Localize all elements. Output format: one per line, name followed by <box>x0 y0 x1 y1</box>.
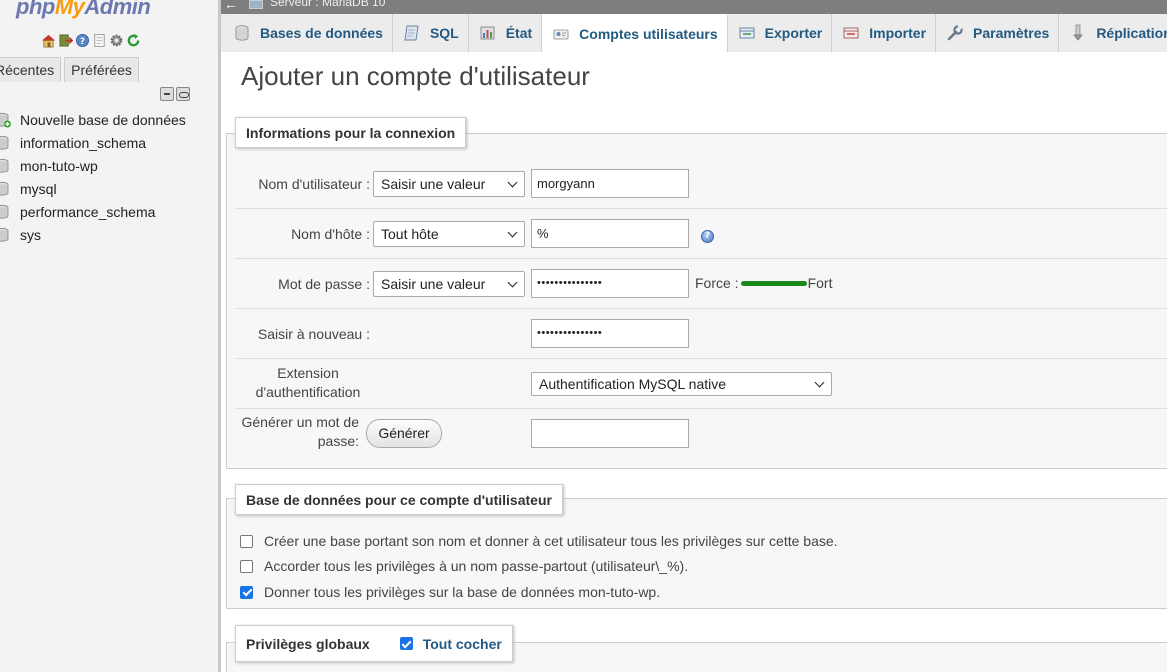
database-icon <box>0 135 12 151</box>
main-tabs: Bases de données SQL État Comptes utilis… <box>221 14 1167 52</box>
login-information-section: Informations pour la connexion Nom d'uti… <box>226 117 1167 469</box>
global-privileges-section: Privilèges globaux Tout cocher <box>226 625 1167 672</box>
database-tree: Nouvelle base de données information_sch… <box>0 108 186 246</box>
password-strength-label: Force : <box>695 275 739 291</box>
tree-item-database[interactable]: mon-tuto-wp <box>0 154 186 177</box>
user-database-section: Base de données pour ce compte d'utilisa… <box>226 484 1167 609</box>
phpmyadmin-logo[interactable]: phpMyAdmin <box>16 0 151 20</box>
users-icon <box>552 25 570 43</box>
create-database-checkbox[interactable] <box>240 534 253 548</box>
exit-icon[interactable] <box>58 33 73 48</box>
replication-icon <box>1069 24 1087 42</box>
import-icon <box>842 24 860 42</box>
help-icon[interactable]: ? <box>75 33 90 48</box>
link-icon[interactable] <box>176 87 190 101</box>
password-input[interactable]: ••••••••••••••• <box>531 269 689 298</box>
main-content: Ajouter un compte d'utilisateur Informat… <box>224 53 1167 672</box>
create-database-option[interactable]: Créer une base portant son nom et donner… <box>240 533 838 549</box>
hostname-row: Nom d'hôte : Tout hôte % ? <box>235 209 1167 259</box>
auth-plugin-row: Extension d'authentification Authentific… <box>235 359 1167 409</box>
hostname-type-select[interactable]: Tout hôte <box>373 221 525 247</box>
tree-item-database[interactable]: performance_schema <box>0 200 186 223</box>
server-breadcrumb-bar: ← Serveur : MariaDB 10 <box>221 0 1167 14</box>
tab-export[interactable]: Exporter <box>727 14 833 52</box>
hostname-input[interactable]: % <box>531 219 689 248</box>
tab-databases[interactable]: Bases de données <box>221 14 393 52</box>
navigation-sidebar: phpMyAdmin ? Récentes Préférées Nouvelle… <box>0 0 221 672</box>
password-row: Mot de passe : Saisir une valeur •••••••… <box>235 259 1167 309</box>
settings-icon[interactable] <box>109 33 124 48</box>
new-db-icon <box>0 112 12 128</box>
wrench-icon <box>946 24 964 42</box>
password-label: Mot de passe : <box>278 276 370 292</box>
quick-links: ? <box>41 33 141 48</box>
auth-plugin-select[interactable]: Authentification MySQL native <box>531 372 832 396</box>
tree-item-database[interactable]: mysql <box>0 177 186 200</box>
password-type-select[interactable]: Saisir une valeur <box>373 271 525 297</box>
database-icon <box>233 24 251 42</box>
export-icon <box>738 24 756 42</box>
server-breadcrumb[interactable]: Serveur : MariaDB 10 <box>270 0 385 9</box>
tab-sql[interactable]: SQL <box>392 14 469 52</box>
tree-controls <box>160 87 190 101</box>
database-icon <box>0 181 12 197</box>
tree-item-database[interactable]: sys <box>0 223 186 246</box>
generate-password-label: Générer un mot de passe: <box>241 414 359 449</box>
password-strength-meter <box>740 280 807 286</box>
server-icon <box>249 0 263 9</box>
username-row: Nom d'utilisateur : Saisir une valeur mo… <box>235 159 1167 209</box>
tree-item-new-database[interactable]: Nouvelle base de données <box>0 108 186 131</box>
global-privileges-legend: Privilèges globaux Tout cocher <box>235 625 513 662</box>
generate-password-row: Générer un mot de passe: Générer <box>235 409 1167 459</box>
retype-password-row: Saisir à nouveau : ••••••••••••••• <box>235 309 1167 359</box>
check-all-label[interactable]: Tout cocher <box>423 629 502 659</box>
tab-status[interactable]: État <box>468 14 543 52</box>
retype-password-input[interactable]: ••••••••••••••• <box>531 319 689 348</box>
password-strength-value: Fort <box>807 275 833 291</box>
login-information-legend: Informations pour la connexion <box>235 117 467 148</box>
docs-icon[interactable] <box>92 33 107 48</box>
username-input[interactable]: morgyann <box>531 169 689 198</box>
svg-text:?: ? <box>80 36 85 46</box>
user-database-legend: Base de données pour ce compte d'utilisa… <box>235 484 563 515</box>
page-title: Ajouter un compte d'utilisateur <box>241 61 590 91</box>
status-icon <box>479 24 497 42</box>
username-label: Nom d'utilisateur : <box>258 176 370 192</box>
auth-plugin-label: Extension d'authentification <box>255 365 361 400</box>
generate-password-button[interactable]: Générer <box>366 419 442 448</box>
tab-settings[interactable]: Paramètres <box>936 14 1060 52</box>
wildcard-privileges-option[interactable]: Accorder tous les privilèges à un nom pa… <box>240 558 688 574</box>
database-icon <box>0 158 12 174</box>
collapse-sidebar-arrow[interactable]: ← <box>224 0 238 12</box>
tab-user-accounts[interactable]: Comptes utilisateurs <box>542 14 728 52</box>
check-all-checkbox[interactable] <box>399 637 413 650</box>
username-type-select[interactable]: Saisir une valeur <box>373 171 525 197</box>
reload-icon[interactable] <box>126 33 141 48</box>
generated-password-input[interactable] <box>531 419 689 448</box>
grant-database-option[interactable]: Donner tous les privilèges sur la base d… <box>240 584 660 600</box>
retype-password-label: Saisir à nouveau : <box>257 326 370 342</box>
grant-database-checkbox[interactable] <box>240 585 253 599</box>
database-icon <box>0 227 12 243</box>
sidebar-tab-favorites[interactable]: Préférées <box>64 57 139 82</box>
tab-replication[interactable]: Réplication <box>1059 14 1167 52</box>
tab-import[interactable]: Importer <box>832 14 937 52</box>
tree-item-database[interactable]: information_schema <box>0 131 186 154</box>
home-icon[interactable] <box>41 33 56 48</box>
sidebar-tabs: Récentes Préférées <box>0 57 139 82</box>
sql-icon <box>403 24 421 42</box>
hostname-label: Nom d'hôte : <box>291 226 370 242</box>
password-strength: Force : Fort <box>695 275 832 291</box>
wildcard-privileges-checkbox[interactable] <box>240 559 253 573</box>
help-icon[interactable]: ? <box>701 230 714 243</box>
sidebar-tab-recent[interactable]: Récentes <box>0 57 62 82</box>
database-icon <box>0 204 12 220</box>
collapse-all-icon[interactable] <box>160 87 174 101</box>
